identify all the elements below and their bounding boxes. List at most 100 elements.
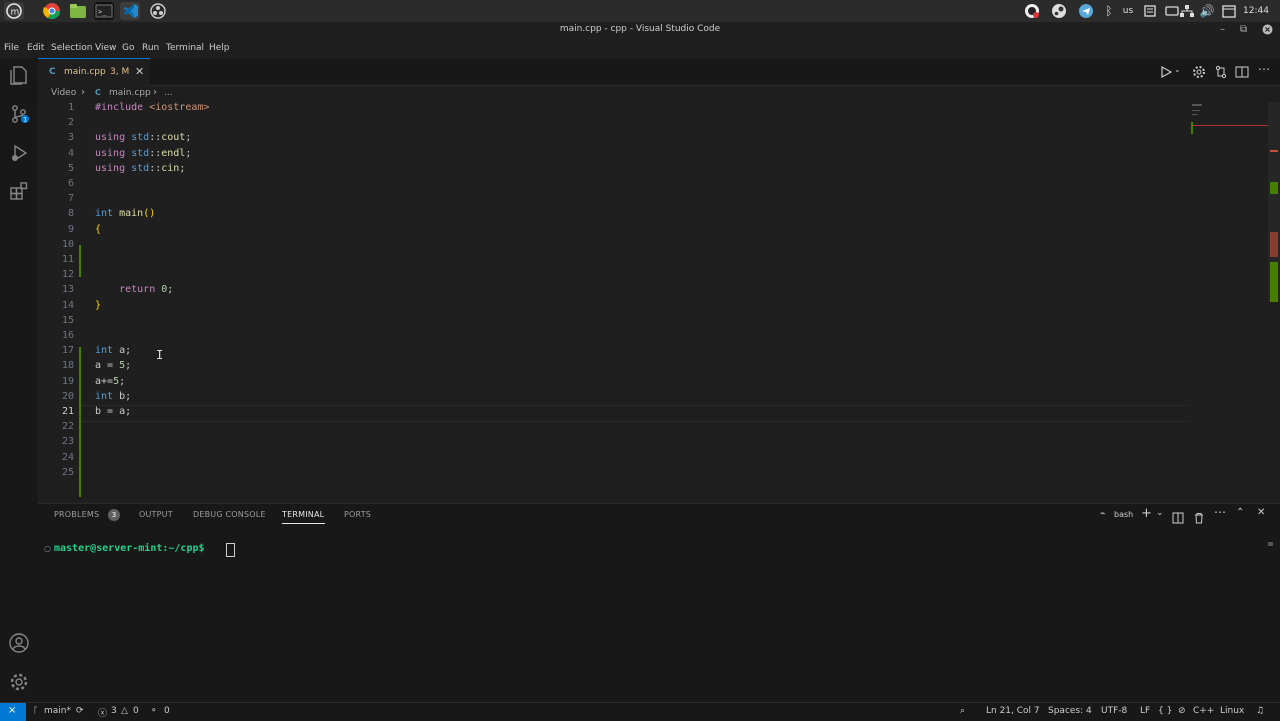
mint-menu-icon[interactable]: m xyxy=(4,2,24,20)
tab-main-cpp[interactable]: C main.cpp 3, M ✕ xyxy=(38,58,150,86)
terminal-icon[interactable]: >_ xyxy=(94,2,114,20)
run-file-icon[interactable] xyxy=(1159,64,1173,79)
copilot-icon[interactable]: ⊘ xyxy=(1178,706,1186,716)
chrome-icon[interactable] xyxy=(42,2,62,20)
platform[interactable]: Linux xyxy=(1220,706,1244,716)
code-editor[interactable]: 1 #include <iostream> 2 3 using std::cout; 4 u… xyxy=(38,102,1188,497)
line-number: 7 xyxy=(67,193,74,205)
tab-ports[interactable]: PORTS xyxy=(344,510,371,519)
code-line[interactable]: #include <iostream> xyxy=(95,102,209,113)
extensions-icon[interactable] xyxy=(8,180,30,202)
network-icon[interactable] xyxy=(1179,3,1195,19)
minimap-line xyxy=(1192,110,1200,111)
menu-view[interactable]: View xyxy=(95,43,116,53)
remote-indicator[interactable]: ⨯ xyxy=(0,703,26,721)
language-braces-icon[interactable]: { } xyxy=(1158,706,1172,716)
manage-gear-icon[interactable] xyxy=(8,671,30,693)
cursor-position[interactable]: Ln 21, Col 7 xyxy=(986,706,1040,716)
vscode-icon[interactable] xyxy=(120,2,140,20)
bluetooth-icon[interactable]: ᛒ xyxy=(1101,3,1117,19)
code-line[interactable]: return 0; xyxy=(95,284,173,295)
tab-debug-console[interactable]: DEBUG CONSOLE xyxy=(193,510,266,519)
steam-icon[interactable] xyxy=(1051,3,1067,19)
split-editor-icon[interactable] xyxy=(1235,64,1249,78)
menu-edit[interactable]: Edit xyxy=(27,43,44,53)
minimize-button[interactable]: – xyxy=(1220,24,1225,35)
keyboard-layout[interactable]: us xyxy=(1121,3,1135,19)
compare-changes-icon[interactable] xyxy=(1214,64,1228,79)
code-line[interactable]: using std::endl; xyxy=(95,148,191,159)
close-window-button[interactable] xyxy=(1262,24,1273,38)
run-debug-icon[interactable] xyxy=(8,142,30,164)
code-line[interactable]: b = a; xyxy=(95,406,131,417)
code-line[interactable]: int b; xyxy=(95,391,131,402)
code-line[interactable]: a = 5; xyxy=(95,360,131,371)
code-line[interactable]: using std::cin; xyxy=(95,163,185,174)
bottom-panel: PROBLEMS 3 OUTPUT DEBUG CONSOLE TERMINAL… xyxy=(38,503,1280,703)
volume-icon[interactable]: 🔊 xyxy=(1199,3,1215,19)
line-number: 8 xyxy=(67,208,74,220)
tab-output[interactable]: OUTPUT xyxy=(139,510,173,519)
minimap-error-marker xyxy=(1192,125,1270,126)
minimap[interactable] xyxy=(1188,102,1270,496)
terminal-scrollbar[interactable] xyxy=(1268,542,1273,546)
indentation[interactable]: Spaces: 4 xyxy=(1048,706,1092,716)
editor-scrollbar[interactable] xyxy=(1268,102,1280,496)
storage-icon[interactable] xyxy=(1164,3,1180,19)
menu-file[interactable]: File xyxy=(4,43,19,53)
split-terminal-icon[interactable] xyxy=(1172,509,1184,524)
accounts-icon[interactable] xyxy=(8,632,30,654)
files-icon[interactable] xyxy=(68,2,88,20)
terminal-dropdown-chevron-icon[interactable]: ⌄ xyxy=(1156,508,1164,518)
breadcrumb-folder[interactable]: Video xyxy=(51,88,76,98)
breadcrumb-file[interactable]: main.cpp xyxy=(109,88,151,98)
warning-count[interactable]: 0 xyxy=(133,706,139,716)
line-number: 12 xyxy=(61,269,74,281)
sync-icon[interactable]: ⟳ xyxy=(76,706,84,716)
tab-terminal[interactable]: TERMINAL xyxy=(282,510,324,519)
explorer-icon[interactable] xyxy=(8,64,30,86)
maximize-button[interactable]: ⧉ xyxy=(1240,24,1247,35)
close-tab-icon[interactable]: ✕ xyxy=(135,65,144,78)
source-control-icon[interactable]: 1 xyxy=(8,103,30,125)
encoding[interactable]: UTF-8 xyxy=(1101,706,1127,716)
code-line[interactable]: { xyxy=(95,224,101,235)
shell-name[interactable]: bash xyxy=(1114,510,1133,519)
kill-terminal-trash-icon[interactable] xyxy=(1193,509,1205,524)
new-terminal-icon[interactable]: + xyxy=(1141,506,1152,521)
menu-selection[interactable]: Selection xyxy=(51,43,92,53)
window-title-bar: main.cpp - cpp - Visual Studio Code – ⧉ xyxy=(0,22,1280,40)
menu-help[interactable]: Help xyxy=(209,43,230,53)
code-line[interactable]: int main() xyxy=(95,208,155,219)
end-of-line[interactable]: LF xyxy=(1140,706,1150,716)
language-mode[interactable]: C++ xyxy=(1193,706,1214,716)
telegram-icon[interactable] xyxy=(1078,3,1094,19)
clock[interactable]: 12:44 xyxy=(1241,3,1271,19)
code-line[interactable]: using std::cout; xyxy=(95,132,191,143)
line-number: 3 xyxy=(67,132,74,144)
close-panel-icon[interactable]: ✕ xyxy=(1257,507,1265,518)
run-dropdown-chevron-icon[interactable]: ⌄ xyxy=(1174,65,1181,74)
menu-go[interactable]: Go xyxy=(122,43,134,53)
maximize-panel-chevron-up-icon[interactable]: ⌃ xyxy=(1236,507,1244,518)
panel-more-actions-icon[interactable]: ⋯ xyxy=(1214,505,1226,519)
code-line[interactable]: a+=5; xyxy=(95,376,125,387)
menu-run[interactable]: Run xyxy=(142,43,159,53)
ports-count[interactable]: 0 xyxy=(164,706,170,716)
more-actions-icon[interactable]: ⋯ xyxy=(1258,62,1270,76)
error-count[interactable]: 3 xyxy=(111,706,117,716)
zoom-search-icon[interactable]: ⌕ xyxy=(960,706,965,716)
line-number: 16 xyxy=(61,330,74,341)
branch-name[interactable]: main* xyxy=(44,706,71,716)
notifications-bell-icon[interactable]: ♫ xyxy=(1256,706,1264,716)
menu-terminal[interactable]: Terminal xyxy=(166,43,204,53)
settings-gear-icon[interactable] xyxy=(1192,64,1206,78)
obs-tray-icon[interactable] xyxy=(1024,3,1040,19)
breadcrumb-more[interactable]: ... xyxy=(164,88,173,98)
tab-problems[interactable]: PROBLEMS xyxy=(54,510,99,519)
obs-icon[interactable] xyxy=(148,2,168,20)
code-line[interactable]: int a; xyxy=(95,345,131,356)
code-line[interactable]: } xyxy=(95,300,101,311)
calendar-icon[interactable] xyxy=(1221,3,1237,19)
clipboard-icon[interactable] xyxy=(1142,3,1158,19)
